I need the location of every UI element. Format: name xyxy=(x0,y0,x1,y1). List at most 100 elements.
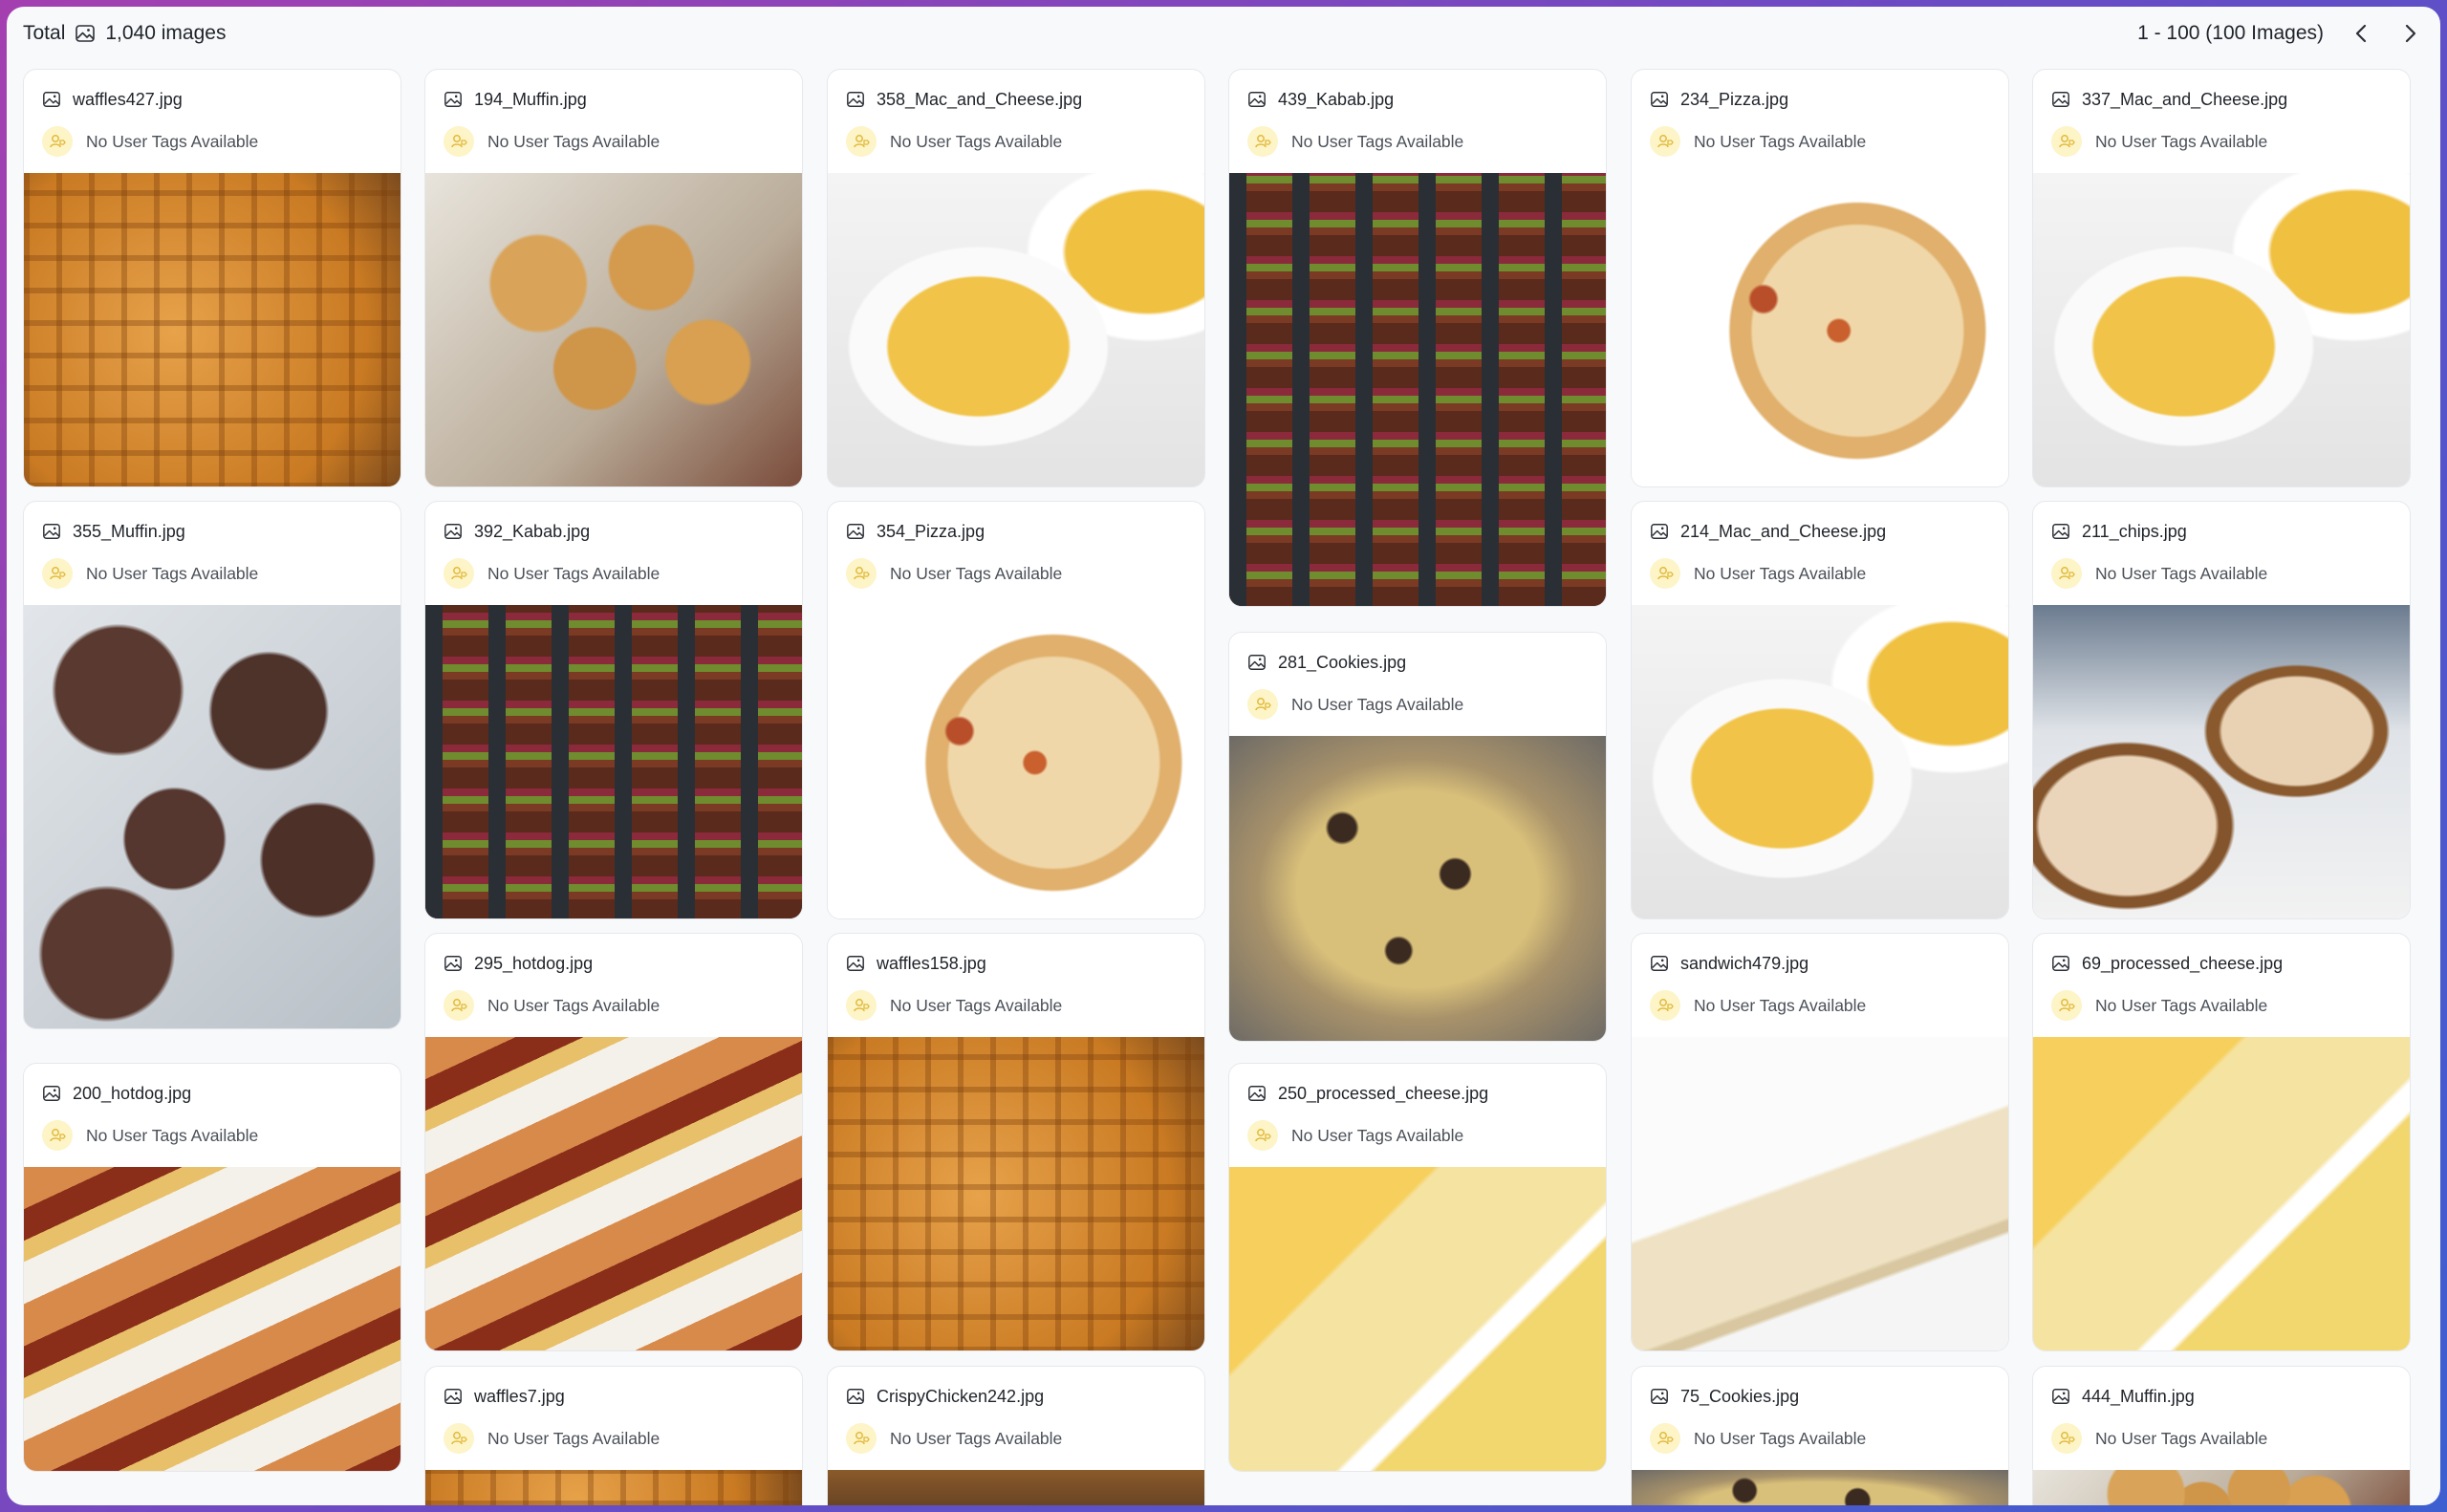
user-tags-row: No User Tags Available xyxy=(1247,689,1587,720)
image-card-crispychicken242-jpg[interactable]: CrispyChicken242.jpg No User Tags Availa… xyxy=(827,1366,1205,1505)
image-card-355-muffin-jpg[interactable]: 355_Muffin.jpg No User Tags Available xyxy=(23,501,401,1029)
pagination: 1 - 100 (100 Images) xyxy=(2137,21,2423,46)
pizza-photo[interactable] xyxy=(1632,173,2008,486)
user-tags-row: No User Tags Available xyxy=(846,1423,1185,1454)
sandwich-photo[interactable] xyxy=(1632,1037,2008,1350)
user-tags-text: No User Tags Available xyxy=(2095,563,2268,583)
image-card-69-processed-cheese-jpg[interactable]: 69_processed_cheese.jpg No User Tags Ava… xyxy=(2032,933,2411,1351)
user-tags-text: No User Tags Available xyxy=(2095,995,2268,1015)
card-header: 355_Muffin.jpg No User Tags Available xyxy=(24,502,401,605)
muffins-photo[interactable] xyxy=(425,173,802,486)
user-tags-text: No User Tags Available xyxy=(86,1125,259,1145)
image-card-439-kabab-jpg[interactable]: 439_Kabab.jpg No User Tags Available xyxy=(1228,69,1607,607)
image-card-392-kabab-jpg[interactable]: 392_Kabab.jpg No User Tags Available xyxy=(424,501,803,919)
file-name: waffles158.jpg xyxy=(877,953,986,973)
image-file-icon xyxy=(42,522,61,541)
image-file-icon xyxy=(1650,954,1669,973)
file-name-row: 337_Mac_and_Cheese.jpg xyxy=(2051,88,2391,111)
file-name-row: 211_chips.jpg xyxy=(2051,520,2391,543)
next-page-button[interactable] xyxy=(2398,21,2423,46)
image-card-75-cookies-jpg[interactable]: 75_Cookies.jpg No User Tags Available xyxy=(1631,1366,2009,1505)
cheese-photo[interactable] xyxy=(2033,1037,2410,1350)
image-card-354-pizza-jpg[interactable]: 354_Pizza.jpg No User Tags Available xyxy=(827,501,1205,919)
image-grid: waffles427.jpg No User Tags Available 19… xyxy=(23,69,2424,1505)
kabab-photo[interactable] xyxy=(1229,173,1606,606)
user-tags-row: No User Tags Available xyxy=(1650,558,1989,589)
cookies-photo[interactable] xyxy=(1632,1470,2008,1505)
card-header: 439_Kabab.jpg No User Tags Available xyxy=(1229,70,1606,173)
user-tags-text: No User Tags Available xyxy=(1694,563,1867,583)
user-tag-icon xyxy=(846,990,877,1021)
cheese-photo[interactable] xyxy=(1229,1167,1606,1471)
image-card-250-processed-cheese-jpg[interactable]: 250_processed_cheese.jpg No User Tags Av… xyxy=(1228,1063,1607,1472)
card-header: CrispyChicken242.jpg No User Tags Availa… xyxy=(828,1367,1204,1470)
waffles-photo[interactable] xyxy=(828,1037,1204,1350)
image-card-waffles7-jpg[interactable]: waffles7.jpg No User Tags Available xyxy=(424,1366,803,1505)
card-header: 194_Muffin.jpg No User Tags Available xyxy=(425,70,802,173)
cookies-photo[interactable] xyxy=(1229,736,1606,1041)
image-file-icon xyxy=(846,1387,865,1406)
kabab-photo[interactable] xyxy=(425,605,802,918)
file-name: 439_Kabab.jpg xyxy=(1278,89,1395,109)
card-header: 250_processed_cheese.jpg No User Tags Av… xyxy=(1229,1064,1606,1167)
user-tags-row: No User Tags Available xyxy=(1650,990,1989,1021)
user-tag-icon xyxy=(444,558,474,589)
image-card-200-hotdog-jpg[interactable]: 200_hotdog.jpg No User Tags Available xyxy=(23,1063,401,1472)
card-header: 295_hotdog.jpg No User Tags Available xyxy=(425,934,802,1037)
image-file-icon xyxy=(2051,1387,2070,1406)
user-tag-icon xyxy=(2051,558,2082,589)
total-label: Total xyxy=(23,22,66,44)
user-tags-row: No User Tags Available xyxy=(1247,126,1587,157)
image-card-waffles427-jpg[interactable]: waffles427.jpg No User Tags Available xyxy=(23,69,401,487)
card-header: 200_hotdog.jpg No User Tags Available xyxy=(24,1064,401,1167)
image-card-211-chips-jpg[interactable]: 211_chips.jpg No User Tags Available xyxy=(2032,501,2411,919)
image-card-214-mac-and-cheese-jpg[interactable]: 214_Mac_and_Cheese.jpg No User Tags Avai… xyxy=(1631,501,2009,919)
file-name-row: 355_Muffin.jpg xyxy=(42,520,381,543)
chocolate-muffins-photo[interactable] xyxy=(24,605,401,1028)
mac-and-cheese-photo[interactable] xyxy=(1632,605,2008,918)
user-tag-icon xyxy=(2051,990,2082,1021)
hotdog-photo[interactable] xyxy=(24,1167,401,1471)
user-tags-text: No User Tags Available xyxy=(1694,131,1867,151)
user-tags-row: No User Tags Available xyxy=(846,126,1185,157)
hotdog-photo[interactable] xyxy=(425,1037,802,1350)
image-card-337-mac-and-cheese-jpg[interactable]: 337_Mac_and_Cheese.jpg No User Tags Avai… xyxy=(2032,69,2411,487)
image-card-sandwich479-jpg[interactable]: sandwich479.jpg No User Tags Available xyxy=(1631,933,2009,1351)
file-name-row: 194_Muffin.jpg xyxy=(444,88,783,111)
file-name-row: 295_hotdog.jpg xyxy=(444,952,783,975)
image-file-icon xyxy=(1247,653,1267,672)
waffles-photo[interactable] xyxy=(425,1470,802,1505)
user-tags-row: No User Tags Available xyxy=(2051,1423,2391,1454)
image-card-waffles158-jpg[interactable]: waffles158.jpg No User Tags Available xyxy=(827,933,1205,1351)
user-tags-row: No User Tags Available xyxy=(42,558,381,589)
image-card-281-cookies-jpg[interactable]: 281_Cookies.jpg No User Tags Available xyxy=(1228,632,1607,1042)
image-file-icon xyxy=(2051,954,2070,973)
pizza-photo[interactable] xyxy=(828,605,1204,918)
waffles-photo[interactable] xyxy=(24,173,401,486)
image-card-194-muffin-jpg[interactable]: 194_Muffin.jpg No User Tags Available xyxy=(424,69,803,487)
file-name: 234_Pizza.jpg xyxy=(1680,89,1789,109)
image-file-icon xyxy=(2051,522,2070,541)
user-tags-text: No User Tags Available xyxy=(890,995,1063,1015)
file-name-row: 234_Pizza.jpg xyxy=(1650,88,1989,111)
image-file-icon xyxy=(846,90,865,109)
user-tags-row: No User Tags Available xyxy=(2051,990,2391,1021)
card-header: sandwich479.jpg No User Tags Available xyxy=(1632,934,2008,1037)
image-card-295-hotdog-jpg[interactable]: 295_hotdog.jpg No User Tags Available xyxy=(424,933,803,1351)
crispy-chicken-photo[interactable] xyxy=(828,1470,1204,1505)
prev-page-button[interactable] xyxy=(2349,21,2373,46)
muffins-photo[interactable] xyxy=(2033,1470,2410,1505)
file-name-row: 439_Kabab.jpg xyxy=(1247,88,1587,111)
card-header: 234_Pizza.jpg No User Tags Available xyxy=(1632,70,2008,173)
user-tag-icon xyxy=(1650,1423,1680,1454)
mac-and-cheese-photo[interactable] xyxy=(2033,173,2410,486)
card-header: 281_Cookies.jpg No User Tags Available xyxy=(1229,633,1606,736)
chips-photo[interactable] xyxy=(2033,605,2410,918)
image-card-234-pizza-jpg[interactable]: 234_Pizza.jpg No User Tags Available xyxy=(1631,69,2009,487)
card-header: 75_Cookies.jpg No User Tags Available xyxy=(1632,1367,2008,1470)
image-card-358-mac-and-cheese-jpg[interactable]: 358_Mac_and_Cheese.jpg No User Tags Avai… xyxy=(827,69,1205,487)
mac-and-cheese-photo[interactable] xyxy=(828,173,1204,486)
image-card-444-muffin-jpg[interactable]: 444_Muffin.jpg No User Tags Available xyxy=(2032,1366,2411,1505)
gallery-window: Total 1,040 images 1 - 100 (100 Images) … xyxy=(7,7,2440,1505)
card-header: 337_Mac_and_Cheese.jpg No User Tags Avai… xyxy=(2033,70,2410,173)
